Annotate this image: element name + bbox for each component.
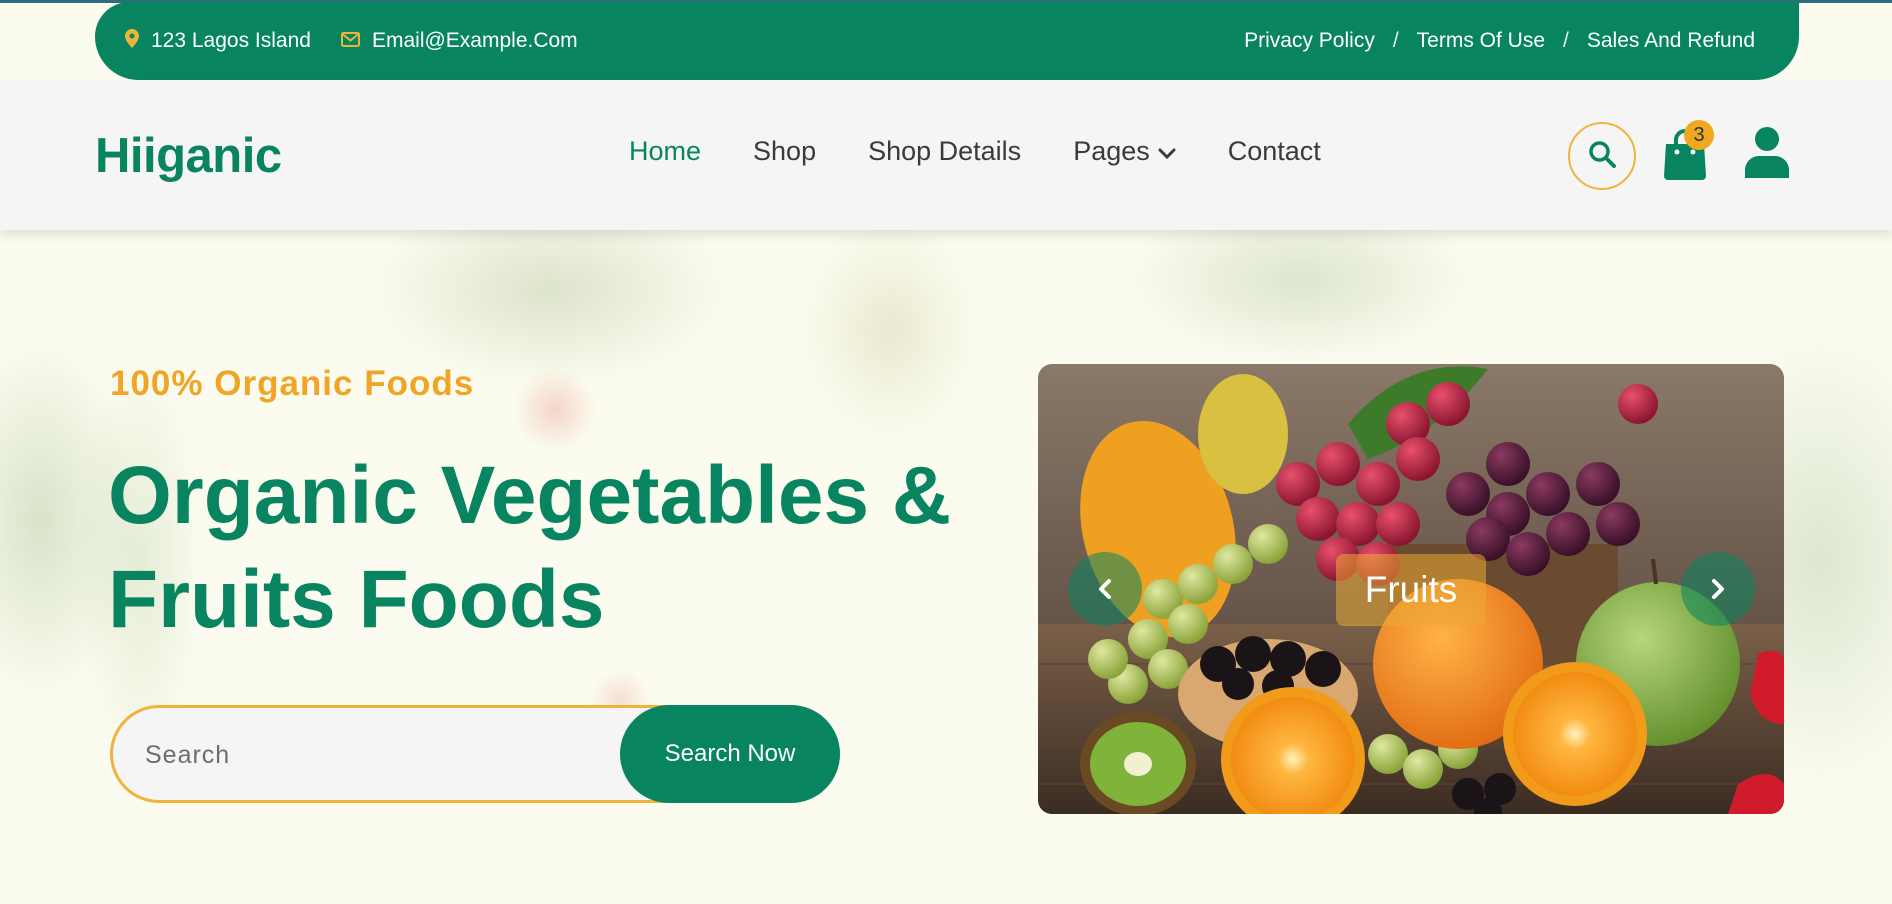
carousel-prev-button[interactable]: [1068, 552, 1142, 626]
top-bar: 123 Lagos Island Email@Example.Com Priva…: [95, 2, 1799, 80]
link-separator: /: [1563, 29, 1569, 52]
main-nav: Home Shop Shop Details Pages Contact: [629, 136, 1321, 167]
envelope-icon: [340, 29, 360, 53]
nav-shop[interactable]: Shop: [753, 136, 816, 167]
hero-headline-line2: Fruits Foods: [108, 554, 605, 645]
policy-links: Privacy Policy / Terms Of Use / Sales An…: [1244, 2, 1755, 80]
carousel-next-button[interactable]: [1681, 552, 1755, 626]
map-pin-icon: [125, 28, 139, 54]
hero-search-input[interactable]: [143, 708, 627, 802]
shopping-bag-icon: [1662, 129, 1708, 184]
chevron-right-icon: [1710, 578, 1726, 600]
sales-and-refund-link[interactable]: Sales And Refund: [1587, 29, 1755, 53]
search-button[interactable]: [1568, 122, 1636, 190]
site-logo[interactable]: Hiiganic: [95, 128, 282, 184]
cart-count-badge: 3: [1684, 120, 1714, 150]
account-button[interactable]: [1744, 126, 1790, 178]
chevron-left-icon: [1097, 578, 1113, 600]
search-now-button[interactable]: Search Now: [620, 705, 840, 803]
hero-headline: Organic Vegetables & Fruits Foods: [108, 444, 951, 652]
email-item[interactable]: Email@Example.Com: [340, 29, 578, 53]
hero-search-form: Search Now: [110, 705, 840, 803]
nav-pages[interactable]: Pages: [1073, 136, 1176, 167]
chevron-down-icon: [1158, 136, 1176, 167]
privacy-policy-link[interactable]: Privacy Policy: [1244, 29, 1375, 53]
carousel-slide-label: Fruits: [1336, 554, 1486, 626]
hero-tagline: 100% Organic Foods: [110, 364, 475, 403]
hero-headline-line1: Organic Vegetables &: [108, 450, 952, 541]
search-icon: [1588, 140, 1616, 173]
user-icon: [1744, 127, 1790, 182]
nav-pages-label: Pages: [1073, 136, 1150, 166]
nav-home[interactable]: Home: [629, 136, 701, 167]
nav-contact[interactable]: Contact: [1228, 136, 1321, 167]
address-item: 123 Lagos Island: [125, 28, 311, 54]
nav-shop-details[interactable]: Shop Details: [868, 136, 1021, 167]
address-text: 123 Lagos Island: [151, 29, 311, 52]
email-text[interactable]: Email@Example.Com: [372, 29, 578, 53]
contact-info: 123 Lagos Island Email@Example.Com: [125, 2, 578, 80]
hero-carousel: Fruits: [1038, 364, 1784, 814]
link-separator: /: [1392, 29, 1399, 52]
terms-of-use-link[interactable]: Terms Of Use: [1417, 29, 1545, 53]
main-header: Hiiganic Home Shop Shop Details Pages Co…: [0, 80, 1892, 230]
